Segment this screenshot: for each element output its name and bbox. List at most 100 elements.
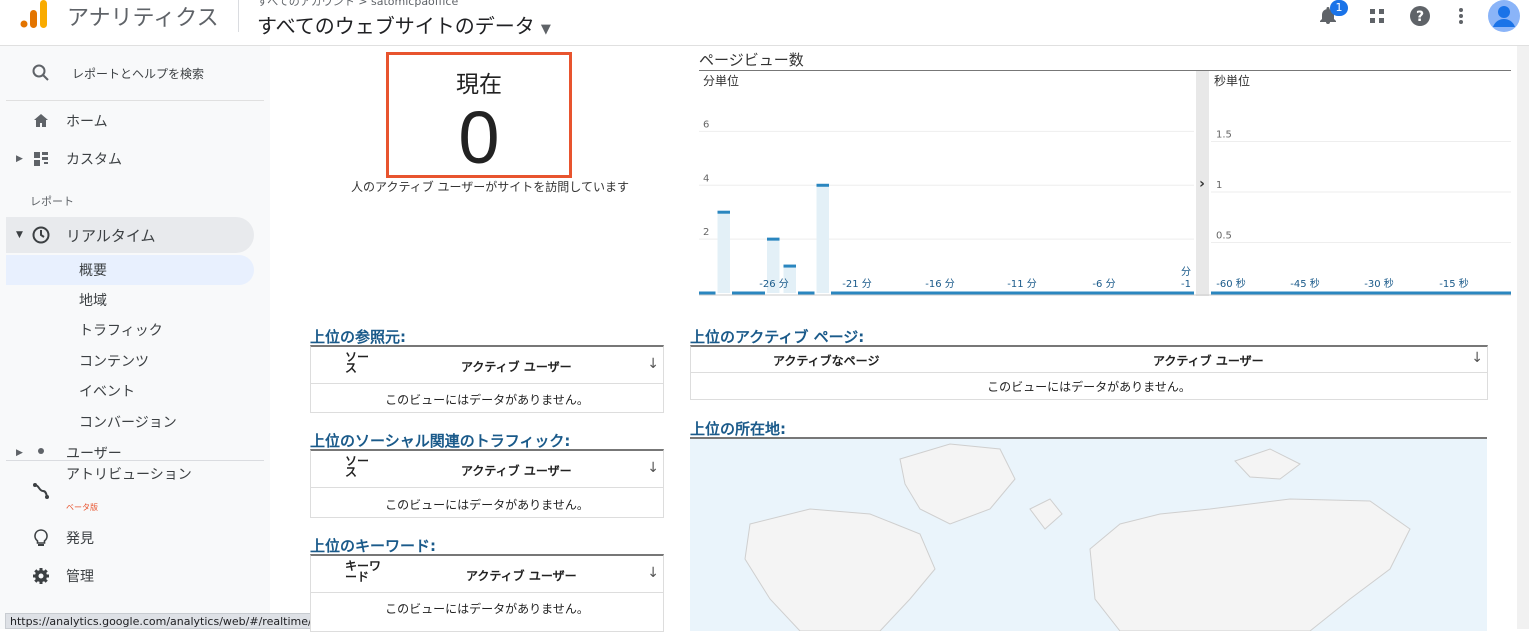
active-pages-table: アクティブなページ アクティブ ユーザー ↓ このビューにはデータがありません。 <box>690 345 1488 400</box>
bar-zero <box>1095 291 1112 295</box>
bar-zero <box>847 291 864 295</box>
lightbulb-icon <box>32 529 50 547</box>
sidebar-item-label: 管理 <box>66 569 94 585</box>
scrollbar[interactable] <box>1517 46 1529 629</box>
active-users-box: 現在 0 <box>386 52 572 179</box>
bar-top <box>767 237 780 241</box>
no-data-message: このビューにはデータがありません。 <box>987 380 1191 394</box>
col-source[interactable]: ソース <box>345 351 375 374</box>
sidebar-item-realtime[interactable]: ▼ リアルタイム <box>6 217 254 253</box>
property-selector[interactable]: すべてのウェブサイトのデータ ▼ <box>257 10 551 39</box>
attribution-icon <box>32 482 50 500</box>
iceland-shape <box>1029 498 1063 530</box>
col-source[interactable]: ソース <box>345 455 375 478</box>
x-tick-label: -11 分 <box>1007 278 1037 290</box>
sidebar-divider <box>6 100 264 101</box>
sidebar-item-events[interactable]: イベント <box>6 376 254 406</box>
col-active-users[interactable]: アクティブ ユーザー <box>461 358 572 375</box>
search-icon <box>32 64 50 82</box>
account-breadcrumb[interactable]: すべてのアカウント > satomicpaoffice <box>257 0 458 9</box>
minute-chart-grid: 2 4 6 <box>699 119 1194 240</box>
sidebar-item-attribution[interactable]: アトリビューション ベータ版 <box>6 462 254 514</box>
sidebar-item-content[interactable]: コンテンツ <box>6 346 254 376</box>
property-name: すべてのウェブサイトのデータ <box>257 14 535 38</box>
y-tick-label: 0.5 <box>1216 231 1232 242</box>
help-button[interactable]: ? <box>1408 4 1432 28</box>
sidebar-item-home[interactable]: ホーム <box>6 103 254 139</box>
more-options-button[interactable] <box>1449 4 1473 28</box>
active-users-count: 0 <box>458 96 500 179</box>
social-title: 上位のソーシャル関連のトラフィック: <box>310 432 571 450</box>
bar-zero <box>946 291 963 295</box>
help-icon: ? <box>1410 6 1430 26</box>
bar-zero <box>699 291 716 295</box>
account-avatar[interactable] <box>1488 0 1520 32</box>
bar-zero <box>1012 291 1029 295</box>
header-divider <box>238 0 239 32</box>
sidebar-item-label: リアルタイム <box>66 226 156 245</box>
analytics-logo-icon[interactable] <box>20 0 48 30</box>
bar-zero <box>1029 291 1046 295</box>
no-data-message: このビューにはデータがありません。 <box>385 602 589 616</box>
sidebar-item-admin[interactable]: 管理 <box>6 558 254 594</box>
sort-arrow-icon[interactable]: ↓ <box>647 460 659 476</box>
keywords-title: 上位のキーワード: <box>310 537 436 555</box>
y-tick-label: 1 <box>1216 180 1222 191</box>
col-keyword[interactable]: キーワード <box>345 560 387 583</box>
current-label: 現在 <box>456 72 502 98</box>
sidebar-item-custom[interactable]: ▶ カスタム <box>6 141 254 177</box>
sidebar-item-discover[interactable]: 発見 <box>6 520 254 556</box>
active-pages-title: 上位のアクティブ ページ: <box>690 328 865 346</box>
no-data-message: このビューにはデータがありません。 <box>385 498 589 512</box>
bar-zero <box>996 291 1013 295</box>
sidebar-item-label: ホーム <box>66 114 108 130</box>
y-tick-label: 1.5 <box>1216 130 1232 141</box>
sort-arrow-icon[interactable]: ↓ <box>1471 350 1483 366</box>
sidebar-item-traffic[interactable]: トラフィック <box>6 315 254 345</box>
x-tick-label: -60 秒 <box>1216 277 1246 290</box>
y-tick-label: 2 <box>703 227 709 238</box>
bar-zero <box>831 291 848 295</box>
sidebar-search[interactable]: レポートとヘルプを検索 <box>6 55 254 91</box>
col-active-users[interactable]: アクティブ ユーザー <box>1153 352 1264 369</box>
bar <box>816 185 829 293</box>
sort-arrow-icon[interactable]: ↓ <box>647 356 659 372</box>
sidebar-item-locations[interactable]: 地域 <box>6 285 254 315</box>
table-header: アクティブなページ アクティブ ユーザー ↓ <box>691 347 1487 373</box>
col-active-users[interactable]: アクティブ ユーザー <box>466 567 577 584</box>
bar-zero <box>1078 291 1095 295</box>
x-tick-label: -1 <box>1181 279 1191 290</box>
bar-top <box>717 210 730 214</box>
apps-button[interactable] <box>1365 4 1389 28</box>
bar <box>717 212 730 293</box>
referrers-table: ソース アクティブ ユーザー ↓ このビューにはデータがありません。 <box>310 345 664 413</box>
x-tick-label: -30 秒 <box>1364 277 1394 290</box>
beta-badge: ベータ版 <box>66 503 98 512</box>
app-name: アナリティクス <box>67 6 219 31</box>
sort-arrow-icon[interactable]: ↓ <box>647 565 659 581</box>
col-active-users[interactable]: アクティブ ユーザー <box>461 462 572 479</box>
chevron-right-icon: › <box>1199 176 1205 192</box>
bar-zero <box>1111 291 1128 295</box>
home-icon <box>32 112 50 130</box>
svg-text:?: ? <box>1416 9 1424 25</box>
bar-zero <box>913 291 930 295</box>
bar-zero <box>748 291 765 295</box>
bar-zero <box>963 291 980 295</box>
x-tick-label: -45 秒 <box>1290 277 1320 290</box>
sidebar: レポートとヘルプを検索 ホーム ▶ カスタム レポート ▼ リアルタイム 概要 … <box>0 46 270 629</box>
table-header: ソース アクティブ ユーザー ↓ <box>311 451 663 488</box>
second-chart-x-ticks: -60 秒 -45 秒 -30 秒 -15 秒 <box>1216 277 1469 290</box>
col-active-page[interactable]: アクティブなページ <box>773 352 879 369</box>
eurasia-shape <box>1089 498 1411 631</box>
y-tick-label: 6 <box>703 119 709 130</box>
bar-zero <box>1062 291 1079 295</box>
sidebar-item-conversions[interactable]: コンバージョン <box>6 407 254 437</box>
sidebar-divider <box>6 460 264 461</box>
sidebar-item-label: カスタム <box>66 152 122 168</box>
sidebar-item-overview[interactable]: 概要 <box>6 255 254 285</box>
no-data-message: このビューにはデータがありません。 <box>385 393 589 407</box>
dashboard-icon <box>32 150 50 168</box>
world-map[interactable] <box>690 437 1487 631</box>
locations-title: 上位の所在地: <box>690 420 786 438</box>
